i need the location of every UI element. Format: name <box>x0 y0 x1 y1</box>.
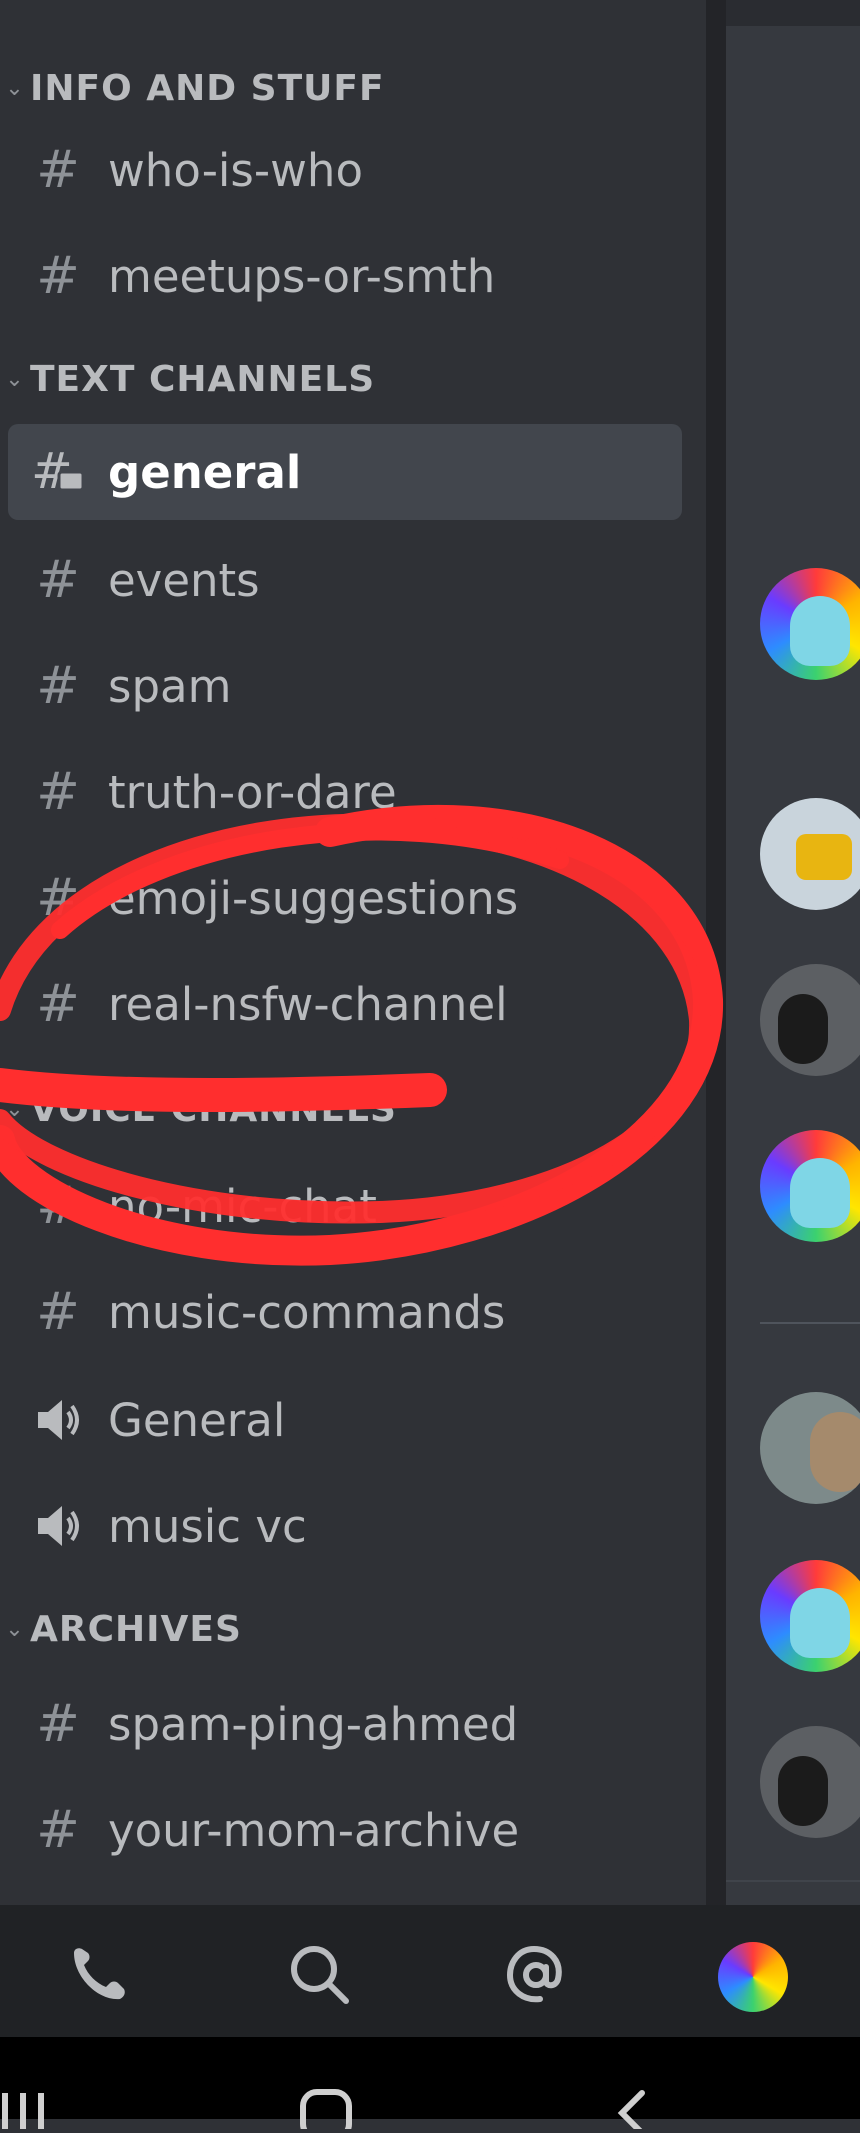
voice-channel-general[interactable]: General <box>8 1372 682 1468</box>
back-icon[interactable] <box>610 2089 650 2133</box>
home-icon[interactable] <box>300 2089 352 2133</box>
message-avatar[interactable] <box>760 798 860 910</box>
channel-sidebar: ⌄ INFO AND STUFF # who-is-who # meetups-… <box>0 0 706 1905</box>
channel-label: real-nsfw-channel <box>108 977 508 1031</box>
channel-label: music vc <box>108 1499 307 1553</box>
user-avatar[interactable] <box>718 1942 788 2012</box>
search-icon[interactable] <box>280 1935 360 2015</box>
channel-spam[interactable]: # spam <box>8 638 682 734</box>
speaker-icon <box>8 1504 108 1548</box>
category-label: INFO AND STUFF <box>30 67 385 109</box>
chevron-down-icon: ⌄ <box>5 366 25 392</box>
sidebar-divider <box>706 0 726 1905</box>
message-avatar[interactable] <box>760 568 860 680</box>
channel-label: general <box>108 445 302 499</box>
channel-label: your-mom-archive <box>108 1803 520 1857</box>
chevron-down-icon: ⌄ <box>5 1096 25 1122</box>
message-avatar[interactable] <box>760 1392 860 1504</box>
channel-truth-or-dare[interactable]: # truth-or-dare <box>8 744 682 840</box>
chevron-down-icon: ⌄ <box>5 75 25 101</box>
bottom-navigation-bar <box>0 1905 860 2037</box>
channel-label: emoji-suggestions <box>108 871 519 925</box>
message-avatar[interactable] <box>760 1130 860 1242</box>
hash-icon: # <box>36 656 80 716</box>
message-avatar[interactable] <box>760 1560 860 1672</box>
channel-label: music-commands <box>108 1285 506 1339</box>
category-label: VOICE CHANNELS <box>30 1088 397 1130</box>
category-info-and-stuff[interactable]: ⌄ INFO AND STUFF <box>0 63 385 113</box>
channel-label: who-is-who <box>108 143 363 197</box>
channel-real-nsfw-channel[interactable]: # real-nsfw-channel <box>8 956 682 1052</box>
message-avatar[interactable] <box>760 1726 860 1838</box>
system-navigation-bar <box>0 2037 860 2133</box>
channel-no-mic-chat[interactable]: # no-mic-chat <box>8 1158 682 1254</box>
hash-thread-icon: # <box>8 446 108 498</box>
channel-who-is-who[interactable]: # who-is-who <box>8 122 682 218</box>
hash-icon: # <box>36 1176 80 1236</box>
chevron-down-icon: ⌄ <box>5 1616 25 1642</box>
channel-label: no-mic-chat <box>108 1179 377 1233</box>
channel-meetups-or-smth[interactable]: # meetups-or-smth <box>8 228 682 324</box>
channel-label: truth-or-dare <box>108 765 397 819</box>
hash-icon: # <box>36 762 80 822</box>
channel-label: General <box>108 1393 286 1447</box>
category-archives[interactable]: ⌄ ARCHIVES <box>0 1604 242 1654</box>
hash-icon: # <box>36 1800 80 1860</box>
hash-icon: # <box>36 550 80 610</box>
channel-emoji-suggestions[interactable]: # emoji-suggestions <box>8 850 682 946</box>
voice-channel-music-vc[interactable]: music vc <box>8 1478 682 1574</box>
date-divider <box>760 1322 860 1324</box>
channel-spam-ping-ahmed[interactable]: # spam-ping-ahmed <box>8 1676 682 1772</box>
friends-icon[interactable] <box>60 1935 140 2015</box>
chat-panel-peek[interactable] <box>726 0 860 1905</box>
category-voice-channels[interactable]: ⌄ VOICE CHANNELS <box>0 1084 397 1134</box>
chat-divider <box>726 1880 860 1882</box>
mention-icon[interactable] <box>496 1935 576 2015</box>
channel-events[interactable]: # events <box>8 532 682 628</box>
hash-icon: # <box>36 1282 80 1342</box>
recent-apps-icon[interactable] <box>0 2089 50 2133</box>
channel-label: meetups-or-smth <box>108 249 496 303</box>
category-text-channels[interactable]: ⌄ TEXT CHANNELS <box>0 354 375 404</box>
hash-icon: # <box>36 246 80 306</box>
channel-music-commands[interactable]: # music-commands <box>8 1264 682 1360</box>
category-label: ARCHIVES <box>30 1608 242 1650</box>
hash-icon: # <box>36 1694 80 1754</box>
chat-header-bar <box>726 0 860 26</box>
channel-label: spam-ping-ahmed <box>108 1697 519 1751</box>
channel-general[interactable]: # general <box>8 424 682 520</box>
hash-icon: # <box>36 868 80 928</box>
speaker-icon <box>8 1398 108 1442</box>
hash-icon: # <box>36 974 80 1034</box>
channel-label: spam <box>108 659 232 713</box>
message-avatar[interactable] <box>760 964 860 1076</box>
channel-your-mom-archive[interactable]: # your-mom-archive <box>8 1782 682 1878</box>
channel-label: events <box>108 553 260 607</box>
hash-icon: # <box>36 140 80 200</box>
category-label: TEXT CHANNELS <box>30 358 376 400</box>
